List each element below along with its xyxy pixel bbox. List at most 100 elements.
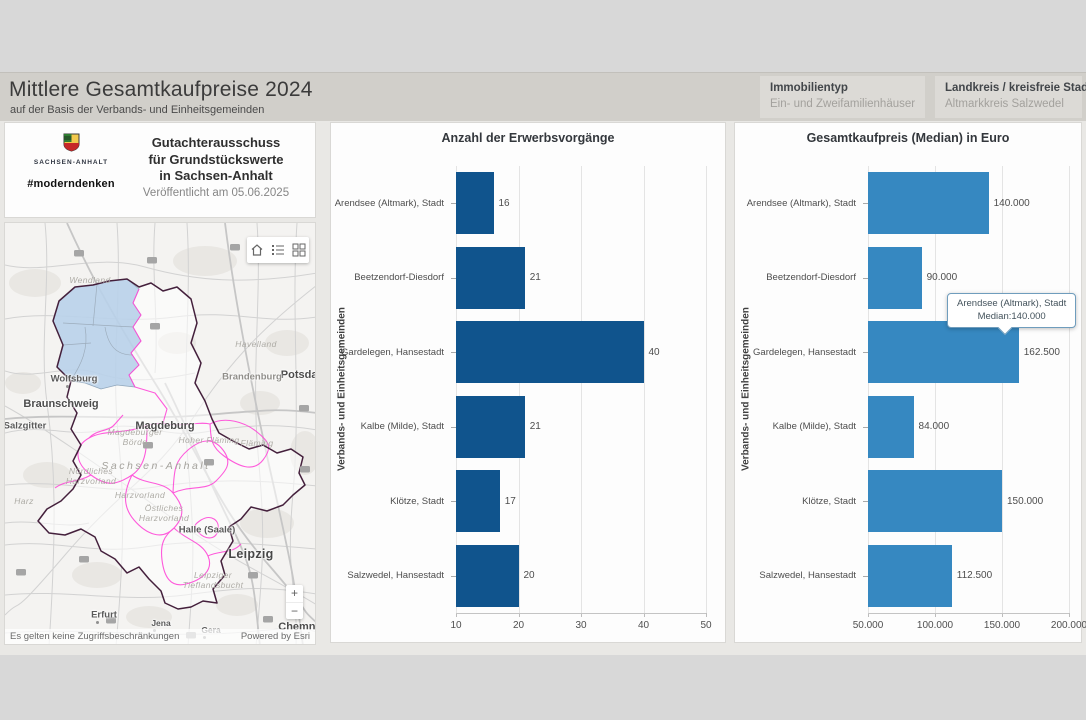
city-label: Wolfsburg: [51, 374, 98, 385]
zoom-in-button[interactable]: +: [286, 585, 303, 602]
zoom-out-button[interactable]: −: [286, 602, 303, 620]
x-tickmark: [706, 613, 707, 617]
chart-anzahl-erwerbsvorgaenge: Anzahl der Erwerbsvorgänge Verbands- und…: [330, 122, 726, 643]
value-label: 21: [530, 390, 541, 465]
city-marker-dot: [96, 621, 99, 624]
value-label: 140.000: [994, 166, 1030, 241]
chart-bar[interactable]: [456, 545, 519, 607]
x-gridline: [644, 166, 645, 613]
x-tick-label: 50.000: [838, 620, 898, 631]
category-label: Salzwedel, Hansestadt: [331, 539, 444, 614]
region-label: Sachsen-Anhalt: [101, 461, 210, 471]
selector-value: Altmarkkreis Salzwedel: [945, 98, 1072, 110]
selector-label: Landkreis / kreisfreie Stadt: [945, 82, 1072, 94]
chart-bar[interactable]: [868, 470, 1002, 532]
x-tick-label: 150.000: [972, 620, 1032, 631]
basemap-icon[interactable]: [292, 243, 306, 257]
region-label: Magdeburger Börde: [108, 427, 163, 447]
chart-bar[interactable]: [456, 321, 644, 383]
map-labels-layer: Wolfsburg Braunschweig Salzgitter Magdeburg…: [5, 223, 316, 645]
info-card: SACHSEN-ANHALT #moderndenken Gutachterau…: [4, 122, 316, 218]
region-label: Nördliches Harzvorland: [66, 466, 116, 486]
category-label: Arendsee (Altmark), Stadt: [735, 166, 856, 241]
city-marker-dot: [66, 385, 69, 388]
selector-immobilientyp[interactable]: Immobilientyp Ein- und Zweifamilienhäuse…: [760, 76, 925, 118]
x-tick-label: 20: [489, 620, 549, 631]
x-tick-label: 30: [551, 620, 611, 631]
chart-tooltip: Arendsee (Altmark), Stadt Median:140.000: [947, 293, 1076, 328]
home-icon[interactable]: [250, 243, 264, 257]
category-label: Kalbe (Milde), Stadt: [735, 390, 856, 465]
value-label: 84.000: [919, 390, 950, 465]
info-card-title: Gutachterausschuss für Grundstückswerte …: [125, 135, 307, 185]
x-tick-label: 100.000: [905, 620, 965, 631]
chart-bar[interactable]: [868, 247, 922, 309]
info-title-line: für Grundstückswerte: [125, 152, 307, 169]
value-label: 17: [505, 464, 516, 539]
logo-claim: #moderndenken: [19, 178, 123, 190]
x-axis-line: [456, 613, 706, 614]
sachsen-anhalt-crest-icon: [63, 133, 80, 152]
x-gridline: [581, 166, 582, 613]
dashboard: Mittlere Gesamtkaufpreise 2024 auf der B…: [0, 72, 1086, 655]
chart-bar[interactable]: [456, 172, 494, 234]
logo-block: SACHSEN-ANHALT #moderndenken: [19, 133, 123, 190]
city-label: Braunschweig: [23, 398, 98, 410]
region-label: Leipziger Tieflandsbucht: [183, 570, 244, 590]
page-title: Mittlere Gesamtkaufpreise 2024: [9, 78, 313, 102]
city-label: Erfurt: [91, 610, 117, 621]
x-gridline: [706, 166, 707, 613]
city-label: Jena: [151, 618, 170, 628]
region-label: Hoher Fläming: [179, 435, 240, 445]
city-label: Leipzig: [228, 547, 273, 561]
category-label: Gardelegen, Hansestadt: [735, 315, 856, 390]
chart-plot-area: 1020304050Arendsee (Altmark), Stadt16Bee…: [331, 123, 725, 642]
logo-wordmark: SACHSEN-ANHALT: [19, 159, 123, 166]
map-toolbar: [247, 237, 309, 263]
category-label: Klötze, Stadt: [735, 464, 856, 539]
x-tickmark: [1069, 613, 1070, 617]
region-label: Havelland: [235, 339, 276, 349]
value-label: 40: [649, 315, 660, 390]
chart-bar[interactable]: [456, 470, 500, 532]
chart-bar[interactable]: [868, 396, 914, 458]
map-attribution: Es gelten keine Zugriffsbeschränkungen P…: [5, 629, 315, 644]
value-label: 150.000: [1007, 464, 1043, 539]
info-title-line: in Sachsen-Anhalt: [125, 168, 307, 185]
value-label: 21: [530, 241, 541, 316]
region-label: Harz: [14, 496, 34, 506]
city-label: Salzgitter: [4, 421, 46, 432]
category-label: Klötze, Stadt: [331, 464, 444, 539]
value-label: 112.500: [957, 539, 992, 614]
value-label: 16: [499, 166, 510, 241]
tooltip-value: Median:140.000: [957, 310, 1066, 323]
category-label: Beetzendorf-Diesdorf: [331, 241, 444, 316]
x-axis-line: [868, 613, 1069, 614]
map-panel[interactable]: Wolfsburg Braunschweig Salzgitter Magdeburg…: [4, 222, 316, 645]
x-tick-label: 50: [676, 620, 736, 631]
region-label: Harzvorland: [115, 490, 165, 500]
chart-plot-area: 50.000100.000150.000200.000Arendsee (Alt…: [735, 123, 1081, 642]
region-label: Östliches Harzvorland: [139, 503, 189, 523]
published-date: Veröffentlicht am 05.06.2025: [125, 187, 307, 199]
chart-bar[interactable]: [456, 247, 525, 309]
legend-icon[interactable]: [271, 243, 285, 257]
x-tick-label: 200.000: [1039, 620, 1086, 631]
chart-bar[interactable]: [868, 172, 989, 234]
region-label: Wendland: [69, 275, 110, 285]
region-label: Fläming: [240, 438, 273, 448]
chart-bar[interactable]: [456, 396, 525, 458]
header: Mittlere Gesamtkaufpreise 2024 auf der B…: [0, 72, 1086, 121]
x-gridline: [1069, 166, 1070, 613]
city-label: Brandenburg: [222, 372, 282, 383]
powered-by-esri-link[interactable]: Powered by Esri: [241, 631, 310, 642]
x-tick-label: 10: [426, 620, 486, 631]
page-subtitle: auf der Basis der Verbands- und Einheits…: [10, 104, 264, 116]
chart-bar[interactable]: [868, 545, 952, 607]
x-tick-label: 40: [614, 620, 674, 631]
chart-bar[interactable]: [868, 321, 1019, 383]
city-label: Potsdam: [281, 369, 316, 381]
category-label: Arendsee (Altmark), Stadt: [331, 166, 444, 241]
tooltip-category: Arendsee (Altmark), Stadt: [957, 297, 1066, 310]
selector-landkreis[interactable]: Landkreis / kreisfreie Stadt Altmarkkrei…: [935, 76, 1082, 118]
